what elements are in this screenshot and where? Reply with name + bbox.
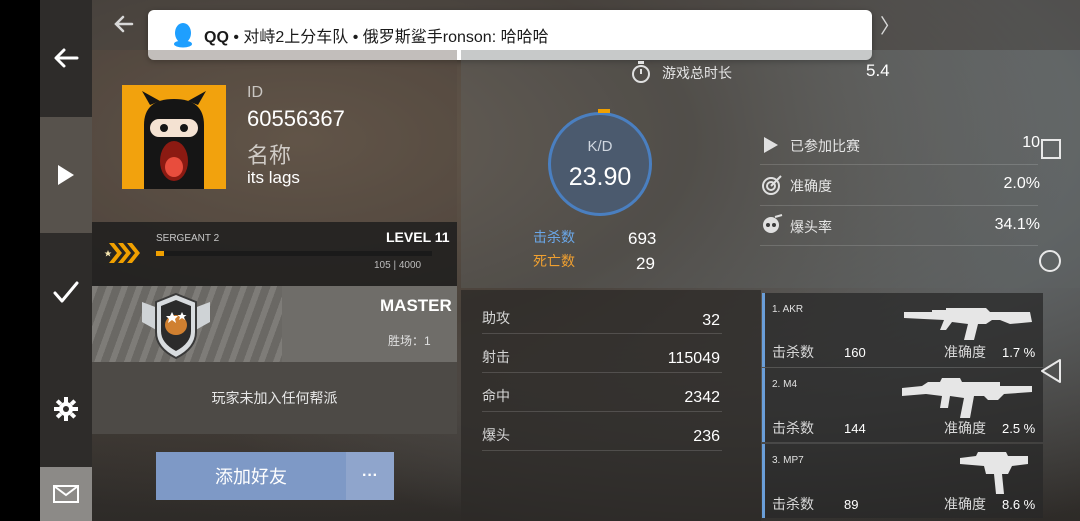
top-back-arrow-icon[interactable] [112,12,136,36]
match-play-icon [764,137,778,153]
xp-progress-fill [156,251,165,256]
headshots-label: 爆头 [482,427,510,443]
play-icon [58,165,74,185]
chevron-right-icon[interactable]: 〉 [880,10,900,39]
headshot-rate-value: 34.1% [994,216,1040,233]
play-button[interactable] [40,117,92,233]
playtime-value: 5.4 [866,61,890,80]
weapon-name: 1. AKR [772,304,804,315]
weapon-kills-label: 击杀数 [772,344,814,360]
wins-text: 胜场：1 [388,334,431,348]
weapon-accuracy-label: 准确度 [944,496,986,512]
master-badge-icon [142,292,210,360]
playtime-label: 游戏总时长 [662,65,732,81]
stopwatch-icon [632,61,650,83]
weapon-accuracy-label: 准确度 [944,344,986,360]
m4-rifle-icon [902,378,1032,418]
rank-title: SERGEANT 2 [156,233,220,244]
weapon-name: 2. M4 [772,379,798,390]
weapon-accuracy-label: 准确度 [944,420,986,436]
mail-button[interactable] [40,467,92,521]
avatar-character-image [122,85,226,189]
akr-rifle-icon [904,308,1032,340]
matches-label: 已参加比赛 [790,138,860,154]
weapon-name: 3. MP7 [772,455,804,466]
more-options-button[interactable]: ··· [346,452,394,500]
divider [482,411,722,412]
shots-label: 射击 [482,349,510,365]
settings-button[interactable] [40,351,92,467]
check-button[interactable] [40,234,92,350]
hits-value: 2342 [684,389,720,406]
kills-value: 693 [628,229,657,248]
notification-text: QQ • 对峙2上分车队 • 俄罗斯鲨手ronson: 哈哈哈 [204,23,549,47]
shots-value: 115049 [667,350,720,367]
system-home-icon[interactable] [1038,249,1062,273]
xp-text: 105 | 4000 [374,260,422,271]
weapon-accuracy-value: 1.7 % [1002,345,1036,360]
divider [760,205,1038,206]
accuracy-label: 准确度 [790,178,832,194]
add-friend-button[interactable]: 添加好友 [156,452,346,500]
gear-icon [54,397,78,421]
name-value: its lags [247,168,300,187]
weapon-kills-value: 144 [844,421,866,436]
system-recents-icon[interactable] [1040,138,1062,160]
level-text: LEVEL 11 [386,229,450,245]
name-label: 名称 [247,143,292,168]
id-label: ID [247,84,263,101]
accuracy-value: 2.0% [1003,175,1040,192]
deaths-label: 死亡数 [533,253,575,269]
clan-panel: 玩家未加入任何帮派 [92,362,457,434]
notification-separator: • [228,29,244,46]
kd-value: 23.90 [568,163,632,191]
notification-message: 对峙2上分车队 • 俄罗斯鲨手ronson: 哈哈哈 [243,29,549,46]
deaths-value: 29 [636,254,655,273]
assists-value: 32 [702,312,720,329]
mp7-smg-icon [960,452,1028,494]
side-menu [40,0,92,521]
screen-gutter [0,0,40,521]
weapon-accuracy-value: 2.5 % [1002,421,1036,436]
kills-label: 击杀数 [533,229,575,245]
divider [482,450,722,451]
weapon-kills-label: 击杀数 [772,496,814,512]
assists-label: 助攻 [482,310,510,326]
back-button[interactable] [40,0,92,116]
weapon-kills-value: 89 [844,497,859,512]
id-value: 60556367 [247,106,345,131]
checkmark-icon [53,281,79,303]
hits-label: 命中 [482,388,510,404]
weapon-kills-value: 160 [844,345,866,360]
divider [482,372,722,373]
clan-status-text: 玩家未加入任何帮派 [211,390,338,406]
divider [760,164,1038,165]
divider [760,245,1038,246]
kd-ring-marker [598,109,610,113]
xp-progress-bar [156,251,432,256]
headshot-skull-icon [763,214,783,233]
envelope-icon [53,485,79,503]
headshot-rate-label: 爆头率 [790,219,832,235]
matches-value: 10 [1022,134,1040,151]
rank-title-master: MASTER [380,296,452,315]
divider [482,333,722,334]
crosshair-target-icon [762,175,782,195]
weapon-accuracy-value: 8.6 % [1002,497,1036,512]
qq-penguin-icon [174,23,192,48]
sergeant-rank-icon [104,243,140,263]
kd-label: K/D [587,138,613,155]
notification-app-name: QQ [204,29,229,46]
back-arrow-icon [54,48,79,68]
headshots-value: 236 [693,428,720,445]
avatar[interactable] [122,85,226,189]
system-back-icon[interactable] [1040,358,1062,384]
weapon-kills-label: 击杀数 [772,420,814,436]
